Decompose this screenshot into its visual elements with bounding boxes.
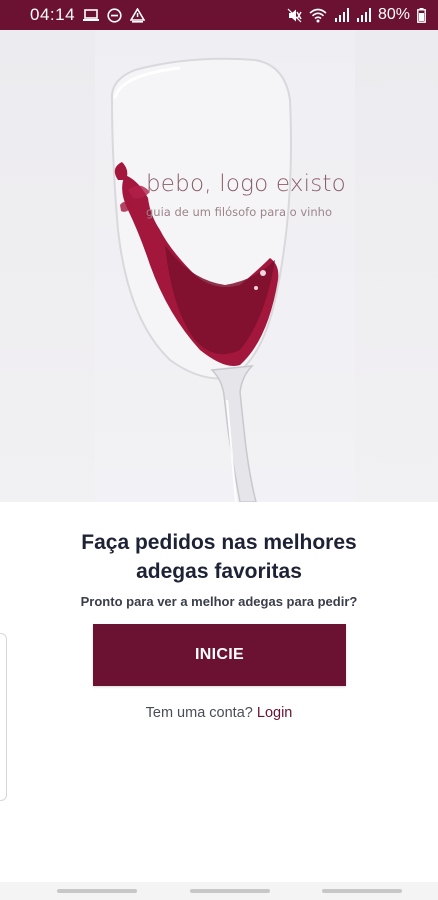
status-left: 04:14 <box>30 5 146 25</box>
wifi-icon <box>309 8 327 23</box>
battery-percent: 80% <box>377 6 410 23</box>
navigation-bar <box>0 882 438 900</box>
page-title: Faça pedidos nas melhores adegas favorit… <box>30 528 408 586</box>
signal-icon <box>334 8 349 22</box>
recent-apps-button[interactable] <box>57 889 137 893</box>
status-time: 04:14 <box>30 5 76 24</box>
account-prompt: Tem uma conta? Login <box>30 705 408 721</box>
hero-title: bebo, logo existo <box>146 171 346 197</box>
battery-icon <box>417 7 426 23</box>
start-button[interactable]: INICIE <box>93 624 346 686</box>
home-button[interactable] <box>189 889 270 893</box>
headline-line-1: Faça pedidos nas melhores <box>81 531 357 554</box>
signal-icon <box>356 8 371 22</box>
mute-icon <box>287 8 302 23</box>
laptop-icon <box>83 8 100 22</box>
status-right: 80% <box>287 6 426 24</box>
alert-icon <box>130 7 146 23</box>
status-bar: 04:14 80% <box>0 0 438 30</box>
hero-image: bebo, logo existo guia de um filósofo pa… <box>0 30 438 502</box>
subtitle-text: Pronto para ver a melhor adegas para ped… <box>80 594 358 609</box>
back-button[interactable] <box>322 889 402 893</box>
headline-line-2: adegas favoritas <box>136 560 302 583</box>
wine-glass-illustration <box>95 30 355 502</box>
hero-subtitle: guia de um filósofo para o vinho <box>146 205 332 219</box>
side-panel-edge[interactable] <box>0 633 7 801</box>
account-prompt-text: Tem uma conta? <box>145 705 257 721</box>
login-link[interactable]: Login <box>257 705 292 721</box>
do-not-disturb-icon <box>107 7 122 23</box>
